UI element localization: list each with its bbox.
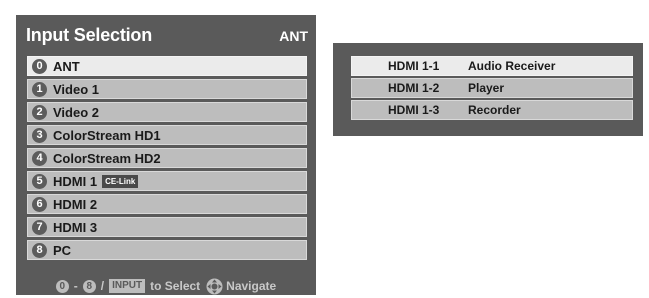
number-7-icon: 7 bbox=[32, 219, 47, 235]
slash-separator: / bbox=[100, 279, 105, 293]
panel-footer-hint: 0 - 8 / INPUT to Select Navigate bbox=[16, 277, 316, 295]
number-5-icon: 5 bbox=[32, 173, 47, 189]
dpad-navigate-icon bbox=[206, 278, 223, 295]
number-8-icon: 8 bbox=[82, 279, 96, 293]
number-8-icon: 8 bbox=[32, 242, 47, 258]
hdmi-row-1-3[interactable]: HDMI 1-3 Recorder bbox=[351, 100, 633, 120]
input-item-label: ColorStream HD2 bbox=[53, 150, 161, 166]
input-selection-panel: Input Selection ANT 0 ANT 1 Video 1 2 Vi… bbox=[16, 15, 316, 295]
input-item-hdmi-2[interactable]: 6 HDMI 2 bbox=[27, 194, 307, 214]
input-item-video-1[interactable]: 1 Video 1 bbox=[27, 79, 307, 99]
hdmi-port-label: HDMI 1-3 bbox=[388, 103, 440, 117]
input-item-hdmi-1[interactable]: 5 HDMI 1 CE-Link bbox=[27, 171, 307, 191]
input-item-pc[interactable]: 8 PC bbox=[27, 240, 307, 260]
hdmi-port-label: HDMI 1-1 bbox=[388, 59, 440, 73]
input-item-colorstream-hd1[interactable]: 3 ColorStream HD1 bbox=[27, 125, 307, 145]
input-item-label: ColorStream HD1 bbox=[53, 127, 161, 143]
number-4-icon: 4 bbox=[32, 150, 47, 166]
input-item-label: PC bbox=[53, 242, 72, 258]
input-item-label: HDMI 2 bbox=[53, 196, 98, 212]
input-item-label: Video 2 bbox=[53, 104, 100, 120]
input-key-icon: INPUT bbox=[109, 279, 146, 293]
navigate-hint-text: Navigate bbox=[226, 279, 277, 293]
hdmi-port-label: HDMI 1-2 bbox=[388, 81, 440, 95]
hdmi-device-label: Player bbox=[468, 81, 505, 95]
input-item-video-2[interactable]: 2 Video 2 bbox=[27, 102, 307, 122]
hdmi-device-label: Recorder bbox=[468, 103, 521, 117]
input-list: 0 ANT 1 Video 1 2 Video 2 3 ColorStream … bbox=[27, 56, 307, 263]
number-3-icon: 3 bbox=[32, 127, 47, 143]
number-0-icon: 0 bbox=[32, 58, 47, 74]
number-2-icon: 2 bbox=[32, 104, 47, 120]
hdmi-device-panel: HDMI 1-1 Audio Receiver HDMI 1-2 Player … bbox=[333, 43, 643, 136]
number-1-icon: 1 bbox=[32, 81, 47, 97]
range-dash: - bbox=[73, 279, 78, 293]
input-item-label: HDMI 3 bbox=[53, 219, 98, 235]
input-item-label: HDMI 1 bbox=[53, 173, 98, 189]
input-item-ant[interactable]: 0 ANT bbox=[27, 56, 307, 76]
hdmi-device-list: HDMI 1-1 Audio Receiver HDMI 1-2 Player … bbox=[351, 56, 633, 122]
select-hint-text: to Select bbox=[150, 279, 201, 293]
input-item-colorstream-hd2[interactable]: 4 ColorStream HD2 bbox=[27, 148, 307, 168]
ce-link-badge: CE-Link bbox=[102, 174, 139, 188]
number-0-icon: 0 bbox=[55, 279, 69, 293]
input-item-label: Video 1 bbox=[53, 81, 100, 97]
panel-header: Input Selection ANT bbox=[16, 15, 316, 52]
hdmi-device-label: Audio Receiver bbox=[468, 59, 556, 73]
hdmi-row-1-1[interactable]: HDMI 1-1 Audio Receiver bbox=[351, 56, 633, 76]
current-input-label: ANT bbox=[279, 28, 308, 44]
panel-title: Input Selection bbox=[26, 25, 153, 45]
number-6-icon: 6 bbox=[32, 196, 47, 212]
input-item-label: ANT bbox=[53, 58, 80, 74]
hdmi-row-1-2[interactable]: HDMI 1-2 Player bbox=[351, 78, 633, 98]
input-item-hdmi-3[interactable]: 7 HDMI 3 bbox=[27, 217, 307, 237]
